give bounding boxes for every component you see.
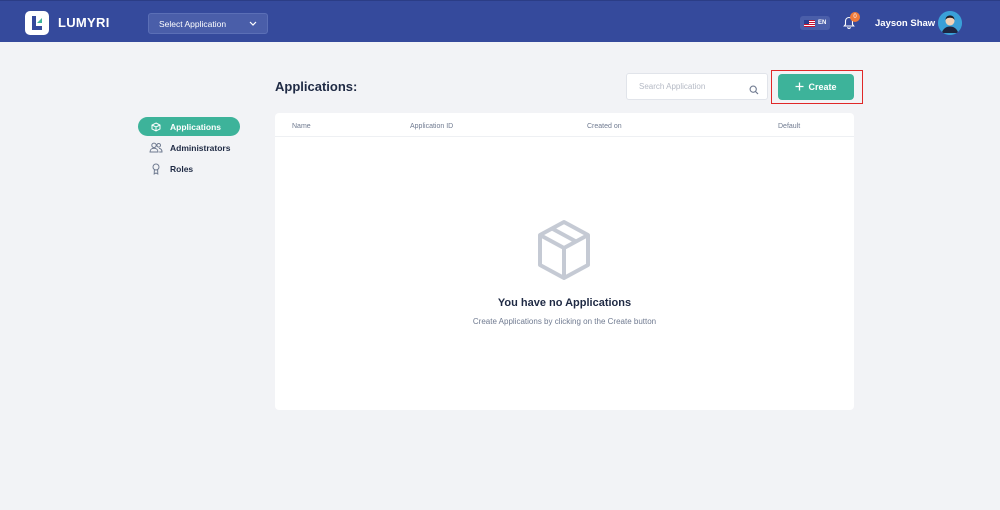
search-box[interactable] — [626, 73, 768, 100]
plus-icon — [795, 82, 804, 93]
column-header-default[interactable]: Default — [778, 123, 800, 130]
language-code: EN — [818, 20, 827, 26]
application-select[interactable]: Select Application — [148, 13, 268, 34]
application-select-label: Select Application — [159, 18, 227, 29]
applications-table: Name Application ID Created on Default Y… — [275, 113, 854, 410]
column-header-name[interactable]: Name — [292, 123, 311, 130]
search-icon[interactable] — [749, 82, 759, 100]
avatar[interactable] — [938, 11, 962, 35]
badge-icon — [149, 163, 163, 175]
chevron-down-icon — [248, 18, 258, 30]
sidebar-item-label: Applications — [170, 121, 222, 132]
sidebar: Applications Administrators Roles — [138, 117, 240, 180]
search-input[interactable] — [639, 82, 744, 91]
notification-badge: 0 — [850, 12, 860, 22]
table-header-divider — [275, 136, 854, 137]
page-title: Applications: — [275, 79, 358, 94]
create-button[interactable]: Create — [778, 74, 854, 100]
sidebar-item-applications[interactable]: Applications — [138, 117, 240, 136]
empty-box-icon — [537, 219, 591, 286]
top-header: LUMYRI Select Application EN 0 Jayson Sh… — [0, 0, 1000, 42]
us-flag-icon — [804, 14, 815, 32]
logo-icon[interactable] — [25, 11, 49, 35]
cube-icon — [149, 121, 163, 133]
sidebar-item-administrators[interactable]: Administrators — [138, 138, 240, 157]
users-icon — [149, 142, 163, 154]
sidebar-item-label: Administrators — [170, 142, 231, 153]
user-name[interactable]: Jayson Shaw — [875, 18, 935, 29]
empty-state-subtitle: Create Applications by clicking on the C… — [472, 317, 657, 326]
column-header-application-id[interactable]: Application ID — [410, 123, 453, 130]
column-header-created-on[interactable]: Created on — [587, 123, 622, 130]
sidebar-item-roles[interactable]: Roles — [138, 159, 240, 178]
brand-name: LUMYRI — [58, 15, 110, 30]
empty-state-title: You have no Applications — [497, 297, 632, 309]
sidebar-item-label: Roles — [170, 163, 194, 174]
create-button-label: Create — [808, 82, 837, 92]
language-switcher[interactable]: EN — [800, 16, 830, 30]
